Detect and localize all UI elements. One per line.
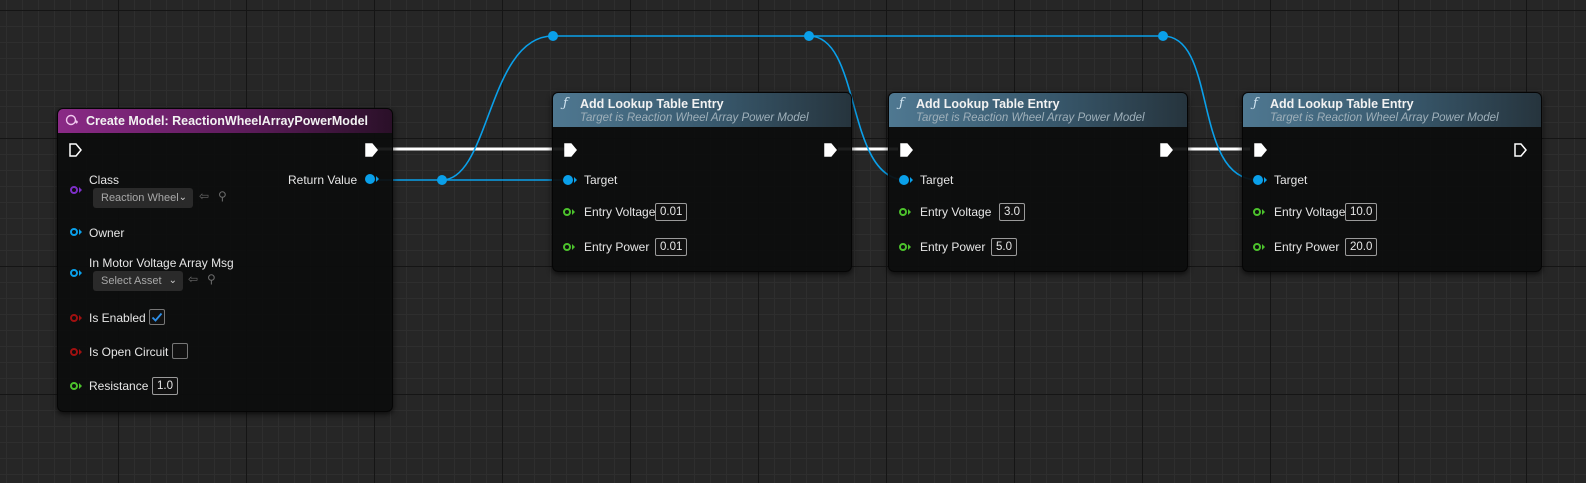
exec-out-pin[interactable] (364, 143, 378, 157)
owner-label: Owner (89, 226, 125, 240)
pin-arrow-icon (79, 315, 82, 321)
pin-arrow-icon (1264, 177, 1267, 183)
node-header[interactable]: ƒ Add Lookup Table Entry Target is React… (553, 93, 851, 127)
lookup-table-entry-node[interactable]: ƒ Add Lookup Table Entry Target is React… (552, 92, 852, 272)
chevron-down-icon: ⌄ (178, 192, 187, 203)
reroute-knot[interactable] (1158, 31, 1168, 41)
node-subtitle: Target is Reaction Wheel Array Power Mod… (916, 112, 1145, 124)
node-title: Add Lookup Table Entry (916, 97, 1060, 111)
reroute-knot[interactable] (437, 175, 447, 185)
reroute-knot[interactable] (804, 31, 814, 41)
browse-magnifier-icon[interactable]: ⚲ (207, 272, 216, 286)
entry-power-input[interactable]: 5.0 (991, 238, 1017, 256)
entry-power-input[interactable]: 20.0 (1345, 238, 1378, 256)
pin-arrow-icon (908, 244, 911, 250)
entry-power-pin[interactable] (1253, 243, 1261, 251)
pin-arrow-icon (79, 383, 82, 389)
target-pin[interactable] (899, 175, 909, 185)
pin-arrow-icon (572, 244, 575, 250)
exec-in-pin[interactable] (68, 143, 82, 157)
is-enabled-label: Is Enabled (89, 311, 146, 325)
entry-voltage-input[interactable]: 10.0 (1345, 203, 1378, 221)
entry-voltage-pin[interactable] (899, 208, 907, 216)
node-subtitle: Target is Reaction Wheel Array Power Mod… (580, 112, 809, 124)
resistance-pin[interactable] (70, 382, 78, 390)
pin-arrow-icon (79, 270, 82, 276)
node-header[interactable]: ƒ Add Lookup Table Entry Target is React… (1243, 93, 1541, 127)
exec-in-pin[interactable] (1253, 143, 1267, 157)
is-open-circuit-pin[interactable] (70, 348, 78, 356)
function-f-icon: ƒ (563, 96, 568, 111)
resistance-input[interactable]: 1.0 (152, 377, 178, 395)
pin-arrow-icon (79, 187, 82, 193)
pin-arrow-icon (79, 229, 82, 235)
exec-in-pin[interactable] (899, 143, 913, 157)
entry-voltage-input[interactable]: 0.01 (655, 203, 688, 221)
is-enabled-checkbox[interactable] (149, 309, 165, 325)
entry-voltage-pin[interactable] (1253, 208, 1261, 216)
entry-power-label: Entry Power (584, 240, 650, 254)
motor-voltage-pin[interactable] (70, 269, 78, 277)
pin-arrow-icon (908, 209, 911, 215)
checkmark-icon (151, 312, 163, 322)
owner-pin[interactable] (70, 228, 78, 236)
class-dropdown[interactable]: Reaction Wheel ⌄ (93, 188, 193, 208)
return-value-label: Return Value (288, 173, 358, 187)
pin-arrow-icon (574, 177, 577, 183)
pin-arrow-icon (376, 176, 379, 182)
exec-out-pin[interactable] (1513, 143, 1527, 157)
motor-voltage-label: In Motor Voltage Array Msg (89, 256, 234, 270)
entry-voltage-label: Entry Voltage (920, 205, 992, 219)
class-dropdown-value: Reaction Wheel (101, 192, 179, 204)
use-selected-icon[interactable]: ⇦ (199, 189, 209, 203)
target-pin[interactable] (563, 175, 573, 185)
motor-voltage-asset-dropdown[interactable]: Select Asset ⌄ (93, 271, 183, 291)
lookup-table-entry-node[interactable]: ƒ Add Lookup Table Entry Target is React… (1242, 92, 1542, 272)
entry-power-input[interactable]: 0.01 (655, 238, 688, 256)
class-pin[interactable] (70, 186, 78, 194)
return-value-pin[interactable] (365, 174, 375, 184)
pin-arrow-icon (1262, 244, 1265, 250)
entry-voltage-label: Entry Voltage (584, 205, 656, 219)
is-open-circuit-label: Is Open Circuit (89, 345, 169, 359)
entry-voltage-pin[interactable] (563, 208, 571, 216)
target-label: Target (584, 173, 618, 187)
function-f-icon: ƒ (899, 96, 904, 111)
pin-arrow-icon (910, 177, 913, 183)
entry-power-pin[interactable] (563, 243, 571, 251)
node-title: Create Model: ReactionWheelArrayPowerMod… (86, 114, 369, 128)
use-selected-icon[interactable]: ⇦ (188, 272, 198, 286)
exec-out-pin[interactable] (823, 143, 837, 157)
target-pin[interactable] (1253, 175, 1263, 185)
entry-power-label: Entry Power (1274, 240, 1340, 254)
node-title: Add Lookup Table Entry (580, 97, 724, 111)
node-title: Add Lookup Table Entry (1270, 97, 1414, 111)
entry-voltage-input[interactable]: 3.0 (999, 203, 1025, 221)
node-header[interactable]: ƒ Add Lookup Table Entry Target is React… (889, 93, 1187, 127)
entry-voltage-label: Entry Voltage (1274, 205, 1346, 219)
node-subtitle: Target is Reaction Wheel Array Power Mod… (1270, 112, 1499, 124)
exec-out-pin[interactable] (1159, 143, 1173, 157)
pin-arrow-icon (1262, 209, 1265, 215)
resistance-label: Resistance (89, 379, 149, 393)
create-model-icon (65, 114, 78, 126)
is-open-circuit-checkbox[interactable] (172, 343, 188, 359)
node-header[interactable]: Create Model: ReactionWheelArrayPowerMod… (58, 109, 392, 133)
chevron-down-icon: ⌄ (168, 275, 177, 286)
lookup-table-entry-node[interactable]: ƒ Add Lookup Table Entry Target is React… (888, 92, 1188, 272)
entry-power-pin[interactable] (899, 243, 907, 251)
create-model-node[interactable]: Create Model: ReactionWheelArrayPowerMod… (57, 108, 393, 412)
browse-magnifier-icon[interactable]: ⚲ (218, 189, 227, 203)
exec-in-pin[interactable] (563, 143, 577, 157)
is-enabled-pin[interactable] (70, 314, 78, 322)
function-f-icon: ƒ (1253, 96, 1258, 111)
pin-arrow-icon (79, 349, 82, 355)
motor-voltage-asset-value: Select Asset (101, 275, 162, 287)
target-label: Target (1274, 173, 1308, 187)
class-label: Class (89, 173, 120, 187)
target-label: Target (920, 173, 954, 187)
entry-power-label: Entry Power (920, 240, 986, 254)
reroute-knot[interactable] (548, 31, 558, 41)
pin-arrow-icon (572, 209, 575, 215)
